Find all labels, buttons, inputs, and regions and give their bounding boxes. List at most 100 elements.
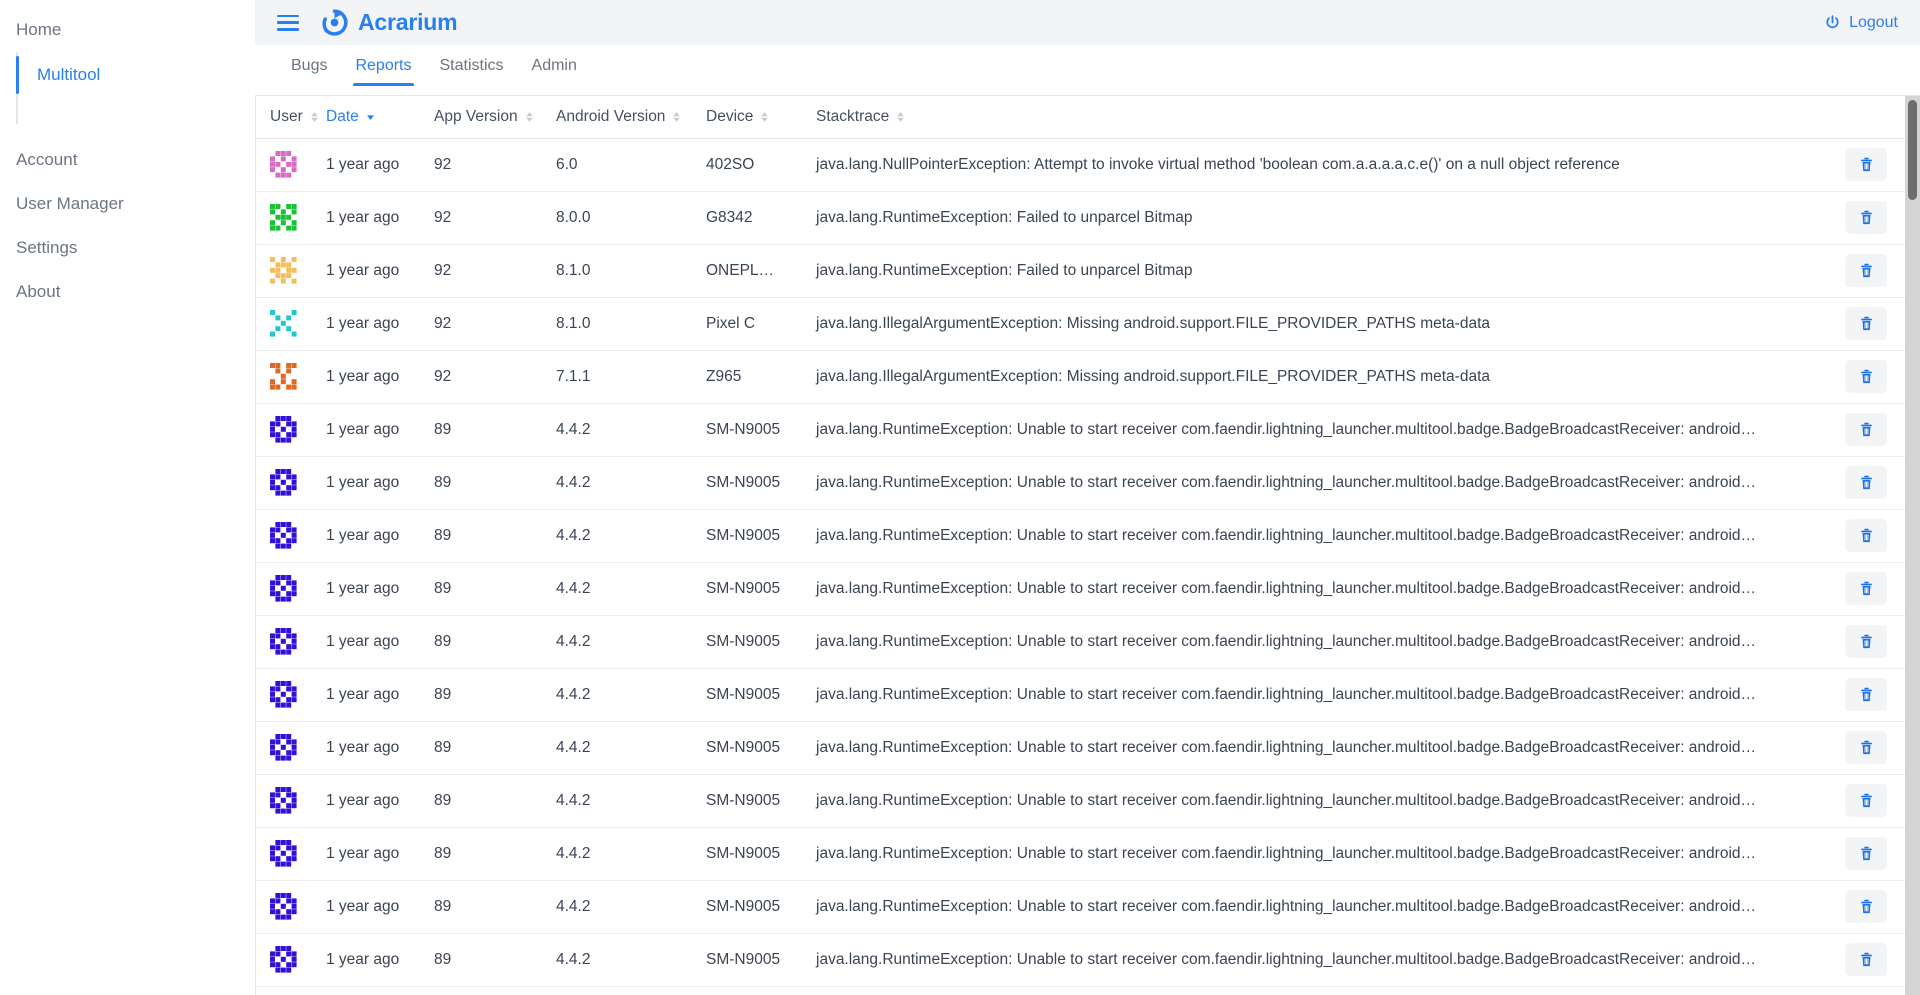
- delete-report-button[interactable]: [1845, 201, 1887, 234]
- tab-reports[interactable]: Reports: [341, 45, 425, 86]
- sidebar-item-user-manager[interactable]: User Manager: [0, 182, 255, 226]
- delete-report-button[interactable]: [1845, 678, 1887, 711]
- table-row[interactable]: 1 year ago 89 4.4.2 SM-N9005 java.lang.Runti…: [256, 615, 1905, 669]
- delete-report-button[interactable]: [1845, 943, 1887, 976]
- table-row[interactable]: 1 year ago 89 4.4.2 SM-N9005 java.lang.Runti…: [256, 721, 1905, 775]
- table-row[interactable]: 1 year ago 92 8.0.0 G8342 java.lang.RuntimeE…: [256, 191, 1905, 245]
- table-row[interactable]: 1 year ago 89 4.4.2 SM-N9005 java.lang.Runti…: [256, 933, 1905, 987]
- trash-icon: [1860, 952, 1872, 967]
- table-row[interactable]: 1 year ago 92 8.1.0 ONEPL… java.lang.Runtime…: [256, 244, 1905, 298]
- cell-android-version: 4.4.2: [542, 403, 692, 457]
- cell-user: [256, 403, 312, 457]
- column-header-label: Date: [326, 107, 359, 125]
- cell-actions: [1827, 403, 1905, 457]
- cell-stacktrace: java.lang.RuntimeException: Unable to st…: [802, 668, 1827, 722]
- table-row[interactable]: 1 year ago 89 4.4.2 SM-N9005 java.lang.Runti…: [256, 827, 1905, 881]
- table-row[interactable]: 1 year ago 92 6.0 402SO java.lang.NullPointe…: [256, 138, 1905, 192]
- cell-stacktrace: java.lang.RuntimeException: Unable to st…: [802, 562, 1827, 616]
- table-row[interactable]: 1 year ago 89 4.4.2 SM-N9005 java.lang.Runti…: [256, 562, 1905, 616]
- logout-button[interactable]: Logout: [1824, 14, 1898, 32]
- delete-report-button[interactable]: [1845, 413, 1887, 446]
- cell-user: [256, 615, 312, 669]
- delete-report-button[interactable]: [1845, 731, 1887, 764]
- cell-app-version: 89: [420, 827, 542, 881]
- delete-report-button[interactable]: [1845, 519, 1887, 552]
- delete-report-button[interactable]: [1845, 837, 1887, 870]
- vertical-scrollbar[interactable]: [1905, 96, 1920, 995]
- trash-icon: [1860, 316, 1872, 331]
- avatar: [270, 893, 297, 920]
- table-row[interactable]: 1 year ago 89 4.4.2 SM-N9005 java.lang.Runti…: [256, 774, 1905, 828]
- cell-app-version: 89: [420, 403, 542, 457]
- delete-report-button[interactable]: [1845, 148, 1887, 181]
- cell-user: [256, 350, 312, 404]
- cell-android-version: 4.4.2: [542, 774, 692, 828]
- cell-stacktrace: java.lang.RuntimeException: Unable to st…: [802, 721, 1827, 775]
- sort-none-icon: [897, 111, 904, 122]
- column-header-android-version[interactable]: Android Version: [542, 96, 692, 139]
- column-header-user[interactable]: User: [256, 96, 318, 139]
- cell-actions: [1827, 827, 1905, 881]
- cell-device: SM-N9005: [692, 509, 802, 563]
- cell-android-version: 4.4.2: [542, 615, 692, 669]
- table-row[interactable]: 1 year ago 92 7.1.1 Z965 java.lang.IllegalAr…: [256, 350, 1905, 404]
- cell-stacktrace: java.lang.RuntimeException: Unable to st…: [802, 933, 1827, 987]
- cell-android-version: 4.4.2: [542, 721, 692, 775]
- cell-app-version: 89: [420, 721, 542, 775]
- cell-actions: [1827, 350, 1905, 404]
- tab-bugs[interactable]: Bugs: [277, 45, 341, 86]
- delete-report-button[interactable]: [1845, 625, 1887, 658]
- cell-android-version: 4.4.2: [542, 933, 692, 987]
- sidebar-item-account[interactable]: Account: [0, 138, 255, 182]
- column-header-label: Android Version: [556, 107, 666, 125]
- cell-stacktrace: java.lang.IllegalArgumentException: Miss…: [802, 350, 1827, 404]
- delete-report-button[interactable]: [1845, 572, 1887, 605]
- table-row[interactable]: 1 year ago 89 4.4.2 SM-N9005 java.lang.Runti…: [256, 880, 1905, 934]
- sidebar-item-settings[interactable]: Settings: [0, 226, 255, 270]
- cell-stacktrace: java.lang.NullPointerException: Attempt …: [802, 138, 1827, 192]
- tab-admin[interactable]: Admin: [518, 45, 591, 86]
- column-header-device[interactable]: Device: [692, 96, 802, 139]
- hamburger-icon[interactable]: [277, 14, 299, 31]
- table-row[interactable]: 1 year ago 89 4.4.2 SM-N9005 java.lang.Runti…: [256, 403, 1905, 457]
- table-row[interactable]: 1 year ago 89 4.4.2 SM-N9005 java.lang.Runti…: [256, 509, 1905, 563]
- cell-app-version: 89: [420, 562, 542, 616]
- avatar: [270, 946, 297, 973]
- cell-user: [256, 933, 312, 987]
- delete-report-button[interactable]: [1845, 466, 1887, 499]
- cell-date: 1 year ago: [312, 562, 420, 616]
- cell-app-version: 92: [420, 297, 542, 351]
- sidebar-item-multitool[interactable]: Multitool: [16, 52, 255, 98]
- tab-statistics[interactable]: Statistics: [426, 45, 518, 86]
- column-header-app-version[interactable]: App Version: [420, 96, 542, 139]
- cell-date: 1 year ago: [312, 827, 420, 881]
- cell-app-version: 89: [420, 668, 542, 722]
- scrollbar-thumb[interactable]: [1908, 100, 1917, 200]
- delete-report-button[interactable]: [1845, 784, 1887, 817]
- trash-icon: [1860, 899, 1872, 914]
- cell-device: SM-N9005: [692, 880, 802, 934]
- cell-device: SM-N9005: [692, 933, 802, 987]
- sidebar-item-home[interactable]: Home: [0, 8, 255, 52]
- table-row[interactable]: 1 year ago 89 4.4.2 SM-N9005 java.lang.Runti…: [256, 668, 1905, 722]
- delete-report-button[interactable]: [1845, 307, 1887, 340]
- sidebar-item-about[interactable]: About: [0, 270, 255, 314]
- column-header-stacktrace[interactable]: Stacktrace: [802, 96, 1827, 139]
- cell-actions: [1827, 880, 1905, 934]
- trash-icon: [1860, 210, 1872, 225]
- avatar: [270, 257, 297, 284]
- cell-device: Z965: [692, 350, 802, 404]
- cell-device: SM-N9005: [692, 668, 802, 722]
- column-header-label: Device: [706, 107, 754, 125]
- cell-device: SM-N9005: [692, 615, 802, 669]
- delete-report-button[interactable]: [1845, 890, 1887, 923]
- delete-report-button[interactable]: [1845, 254, 1887, 287]
- table-row[interactable]: 1 year ago 92 8.1.0 Pixel Cjava.lang.Illega…: [256, 297, 1905, 351]
- delete-report-button[interactable]: [1845, 360, 1887, 393]
- cell-user: [256, 191, 312, 245]
- avatar: [270, 522, 297, 549]
- brand[interactable]: Acrarium: [321, 9, 458, 36]
- cell-stacktrace: java.lang.RuntimeException: Unable to st…: [802, 403, 1827, 457]
- table-row[interactable]: 1 year ago 89 4.4.2 SM-N9005 java.lang.Runti…: [256, 456, 1905, 510]
- column-header-date[interactable]: Date: [312, 96, 420, 139]
